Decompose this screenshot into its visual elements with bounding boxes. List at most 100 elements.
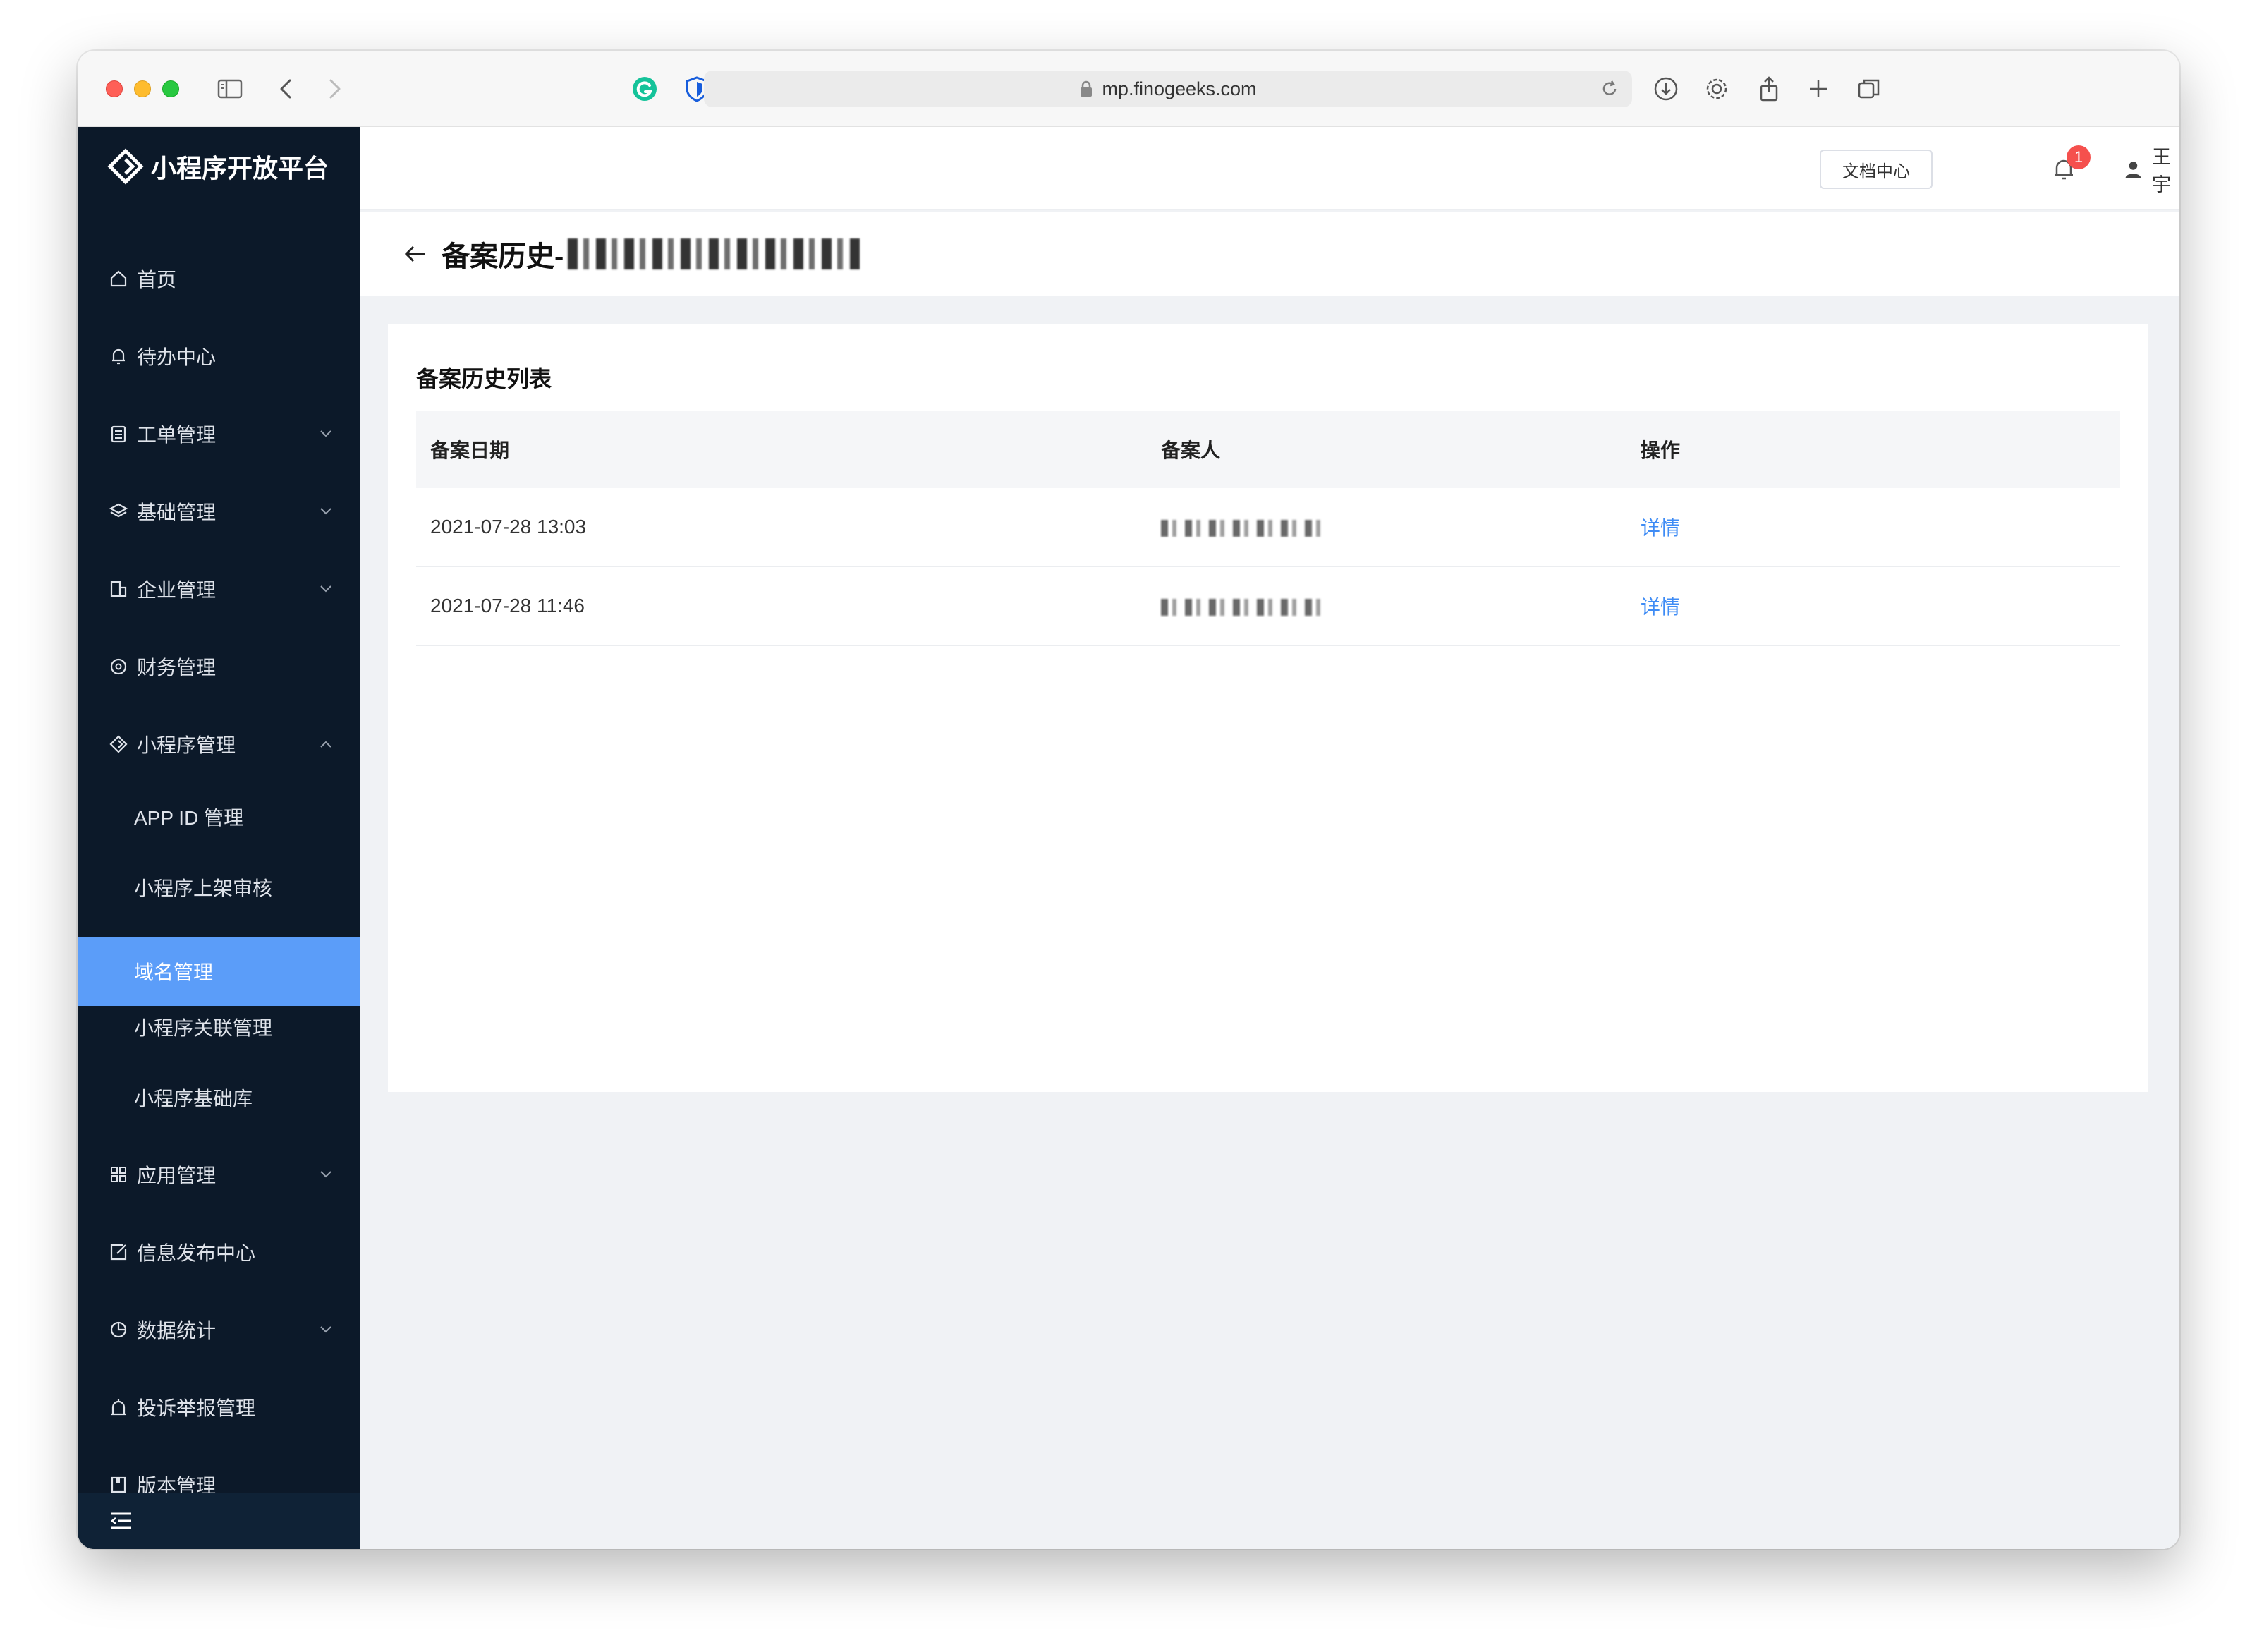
sidebar-item-home[interactable]: 首页: [78, 240, 360, 317]
sidebar-item-finance-management[interactable]: 财务管理: [78, 628, 360, 705]
building-icon: [109, 579, 128, 599]
sidebar-item-complaint-management[interactable]: 投诉举报管理: [78, 1368, 360, 1446]
row-filer: [1161, 595, 1641, 617]
layers-icon: [109, 502, 128, 521]
sidebar-subitem-label: 小程序基础库: [134, 1088, 253, 1110]
chevron-down-icon: [320, 508, 331, 515]
card-title: 备案历史列表: [416, 366, 552, 391]
history-table: 备案日期 备案人 操作 2021-07-28 13:03 详情 2021-07-…: [416, 411, 2120, 646]
sidebar-toggle-icon[interactable]: [213, 72, 247, 106]
download-icon[interactable]: [1649, 72, 1683, 106]
zoom-window-button[interactable]: [162, 80, 179, 97]
sidebar-item-label: 信息发布中心: [137, 1242, 256, 1264]
sidebar-subitem-label: APP ID 管理: [134, 807, 244, 829]
share-icon[interactable]: [1752, 72, 1786, 106]
reload-icon[interactable]: [1600, 79, 1619, 99]
book-icon: [109, 1475, 128, 1495]
minimize-window-button[interactable]: [134, 80, 151, 97]
home-icon: [109, 269, 128, 289]
sidebar-item-todo[interactable]: 待办中心: [78, 317, 360, 395]
sidebar-item-basic-management[interactable]: 基础管理: [78, 473, 360, 550]
column-header-action: 操作: [1641, 439, 1681, 461]
platform-logo[interactable]: 小程序开放平台: [106, 145, 329, 188]
column-header-date: 备案日期: [430, 439, 510, 461]
table-row: 2021-07-28 13:03 详情: [416, 488, 2120, 567]
column-header-filer: 备案人: [1161, 439, 1221, 461]
platform-logo-icon: [107, 148, 144, 185]
chevron-down-icon: [320, 1171, 331, 1178]
sidebar-subitem-appid-management[interactable]: APP ID 管理: [78, 782, 360, 852]
settings-gear-icon[interactable]: [1700, 72, 1734, 106]
back-icon[interactable]: [269, 72, 303, 106]
sidebar: 小程序开放平台 首页 待办中心 工单管理 基础管理 企业管理 财务管理 小程序管…: [78, 127, 360, 1549]
sidebar-subitem-label: 小程序关联管理: [134, 1017, 273, 1039]
platform-name: 小程序开放平台: [151, 154, 329, 183]
sidebar-item-info-publish[interactable]: 信息发布中心: [78, 1213, 360, 1291]
row-date: 2021-07-28 11:46: [430, 595, 585, 617]
sidebar-item-label: 工单管理: [137, 424, 217, 446]
doc-center-button[interactable]: 文档中心: [1820, 150, 1933, 189]
sidebar-item-label: 基础管理: [137, 502, 217, 523]
miniprogram-icon: [109, 734, 128, 754]
page-title: 备案历史-: [442, 241, 564, 272]
clipboard-icon: [109, 424, 128, 444]
address-bar[interactable]: mp.finogeeks.com: [704, 71, 1632, 107]
history-card: 备案历史列表 备案日期 备案人 操作 2021-07-28 13:03 详情 2…: [388, 324, 2148, 1092]
sidebar-subitem-label: 小程序上架审核: [134, 877, 273, 899]
table-row: 2021-07-28 11:46 详情: [416, 567, 2120, 646]
chevron-down-icon: [320, 585, 331, 593]
chevron-up-icon: [320, 741, 331, 748]
tab-overview-icon[interactable]: [1852, 72, 1886, 106]
sidebar-item-enterprise-management[interactable]: 企业管理: [78, 550, 360, 628]
redacted-company-name: [568, 238, 865, 269]
pie-chart-icon: [109, 1320, 128, 1340]
sidebar-item-label: 投诉举报管理: [137, 1397, 256, 1419]
alarm-icon: [109, 1397, 128, 1417]
lock-icon: [1081, 80, 1093, 97]
sidebar-item-statistics[interactable]: 数据统计: [78, 1291, 360, 1368]
grid-icon: [109, 1165, 128, 1184]
top-header: 文档中心 1 王宇: [360, 127, 2179, 210]
edit-icon: [109, 1242, 128, 1262]
user-menu[interactable]: 王宇: [2123, 147, 2179, 195]
sidebar-subitem-association-management[interactable]: 小程序关联管理: [78, 992, 360, 1062]
user-avatar-icon: [2125, 162, 2141, 178]
menu-collapse-icon: [110, 1512, 131, 1529]
detail-link[interactable]: 详情: [1641, 517, 1680, 539]
sidebar-item-label: 数据统计: [137, 1320, 217, 1342]
close-window-button[interactable]: [106, 80, 123, 97]
sidebar-collapse-button[interactable]: [78, 1493, 360, 1549]
table-header: 备案日期 备案人 操作: [416, 411, 2120, 488]
main-content: 文档中心 1 王宇 备案历史- 备案历史列表 备案日期 备案人 操作 2021-…: [360, 127, 2179, 1549]
sidebar-subitem-base-library[interactable]: 小程序基础库: [78, 1062, 360, 1133]
row-filer: [1161, 516, 1641, 538]
page-header: 备案历史-: [360, 212, 2179, 296]
new-tab-icon[interactable]: [1801, 72, 1835, 106]
row-date: 2021-07-28 13:03: [430, 516, 587, 537]
sidebar-item-label: 首页: [137, 269, 177, 291]
redacted-filer-name: [1161, 598, 1323, 616]
forward-icon[interactable]: [317, 72, 351, 106]
sidebar-item-label: 待办中心: [137, 346, 217, 368]
notification-badge: 1: [2067, 145, 2091, 169]
sidebar-item-label: 小程序管理: [137, 734, 236, 756]
detail-link[interactable]: 详情: [1641, 596, 1680, 618]
back-arrow-icon[interactable]: [402, 241, 427, 267]
sidebar-item-app-management[interactable]: 应用管理: [78, 1136, 360, 1213]
sidebar-item-ticket-management[interactable]: 工单管理: [78, 395, 360, 473]
coin-icon: [109, 657, 128, 676]
url-text: mp.finogeeks.com: [1102, 78, 1257, 99]
user-name: 王宇: [2151, 147, 2171, 195]
browser-window: mp.finogeeks.com 小程序开放平台 首页 待办中心 工单管理 基础…: [78, 51, 2179, 1549]
sidebar-item-miniprogram-management[interactable]: 小程序管理: [78, 705, 360, 783]
sidebar-subitem-listing-review[interactable]: 小程序上架审核: [78, 852, 360, 923]
grammarly-extension-icon[interactable]: [628, 72, 662, 106]
redacted-filer-name: [1161, 519, 1323, 537]
sidebar-item-label: 应用管理: [137, 1165, 217, 1186]
browser-toolbar: mp.finogeeks.com: [78, 51, 2179, 127]
chevron-down-icon: [320, 430, 331, 437]
sidebar-item-label: 财务管理: [137, 657, 217, 679]
chevron-down-icon: [320, 1326, 331, 1333]
sidebar-subitem-label: 域名管理: [134, 961, 214, 983]
sidebar-item-label: 企业管理: [137, 579, 217, 601]
